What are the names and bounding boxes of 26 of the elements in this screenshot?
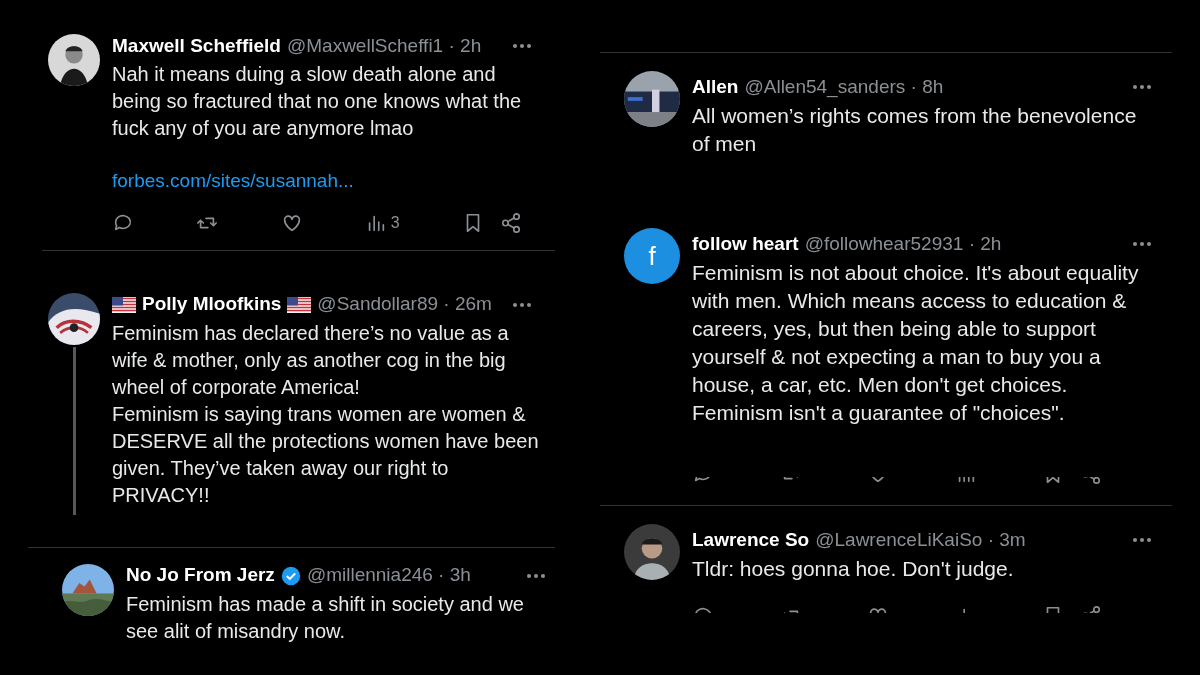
handle-and-time: @followhear52931 · 2h [804, 231, 1002, 256]
tweet-text: All women’s rights comes from the benevolence of men [692, 103, 1138, 157]
more-icon[interactable] [512, 43, 532, 49]
tweet-text: Tldr: hoes gonna hoe. Don't judge. [692, 556, 1015, 582]
display-name[interactable]: Allen [692, 72, 739, 102]
more-icon[interactable] [1132, 84, 1152, 90]
handle-and-time: @MaxwellScheffi1 · 2h [286, 33, 482, 58]
more-icon[interactable] [512, 301, 532, 308]
tweet-text: Feminism has made a shift in society and we see alit of misandry now. [126, 591, 525, 644]
more-icon[interactable] [1132, 241, 1152, 247]
tweet-text: Feminism is not about choice. It's about equality with men. Which means access to education & careers, yes, but then being able to support yourself & not expecting a man to buy you a house, a car, etc. Men don't get choices. Feminism isn't a guarantee of "choices". [692, 260, 1140, 426]
tweet-text: Nah it means duing a slow death alone and being so fractured that no one knows what the fuck any of you are anymore lmao [112, 62, 523, 141]
handle-and-time: @LawrenceLiKaiSo · 3m [815, 527, 1026, 552]
handle-and-time: @Allen54_sanders · 8h [744, 74, 944, 100]
link[interactable]: forbes.com/sites/susannah... [112, 167, 354, 196]
display-name[interactable]: follow heart [692, 229, 799, 259]
display-name[interactable]: Maxwell Scheffield [112, 31, 281, 61]
more-icon[interactable] [526, 572, 546, 579]
tweet-text: Feminism has declared there’s no value as a wife & mother, only as another cog in the big wheel of corporate America! Feminism is saying trans women are women & DESERVE all the protections women have been given. They’ve taken away our right to PRIVACY!! [112, 320, 540, 508]
handle-and-time: @Sandollar89 · 26m [317, 292, 492, 317]
handle-and-time: @millennia246 · 3h [306, 563, 471, 588]
view-count: 3 [390, 212, 400, 233]
display-name[interactable]: Lawrence So [692, 525, 810, 555]
display-name[interactable]: No Jo From Jerz [126, 561, 275, 590]
display-name[interactable]: Polly Mloofkins [142, 290, 282, 319]
more-icon[interactable] [1132, 537, 1152, 543]
